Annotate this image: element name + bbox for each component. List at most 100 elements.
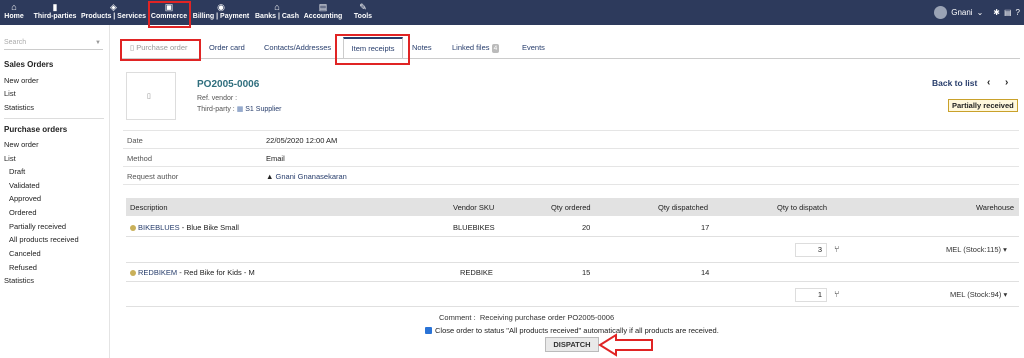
user-icon: ▲ — [266, 172, 274, 181]
column-warehouse: Warehouse — [976, 203, 1015, 212]
tab-notes[interactable]: Notes — [412, 38, 432, 58]
search-input[interactable]: Search ▼ — [4, 36, 103, 50]
dispatch-button[interactable]: DISPATCH — [545, 337, 599, 352]
next-record-icon[interactable]: › — [1005, 77, 1008, 88]
sidebar-item-ordered[interactable]: Ordered — [9, 208, 37, 217]
sidebar-item-approved[interactable]: Approved — [9, 194, 41, 203]
product-ref-link[interactable]: BIKEBLUES — [138, 223, 180, 232]
menu-billing-payment[interactable]: ◉ Billing | Payment — [193, 0, 249, 25]
request-author-link[interactable]: Gnani Gnanasekaran — [276, 172, 347, 181]
highlight-commerce — [148, 1, 191, 28]
tab-underline — [120, 58, 1020, 59]
menu-home[interactable]: ⌂ Home — [3, 0, 25, 25]
sidebar-item-canceled[interactable]: Canceled — [9, 249, 41, 258]
user-name[interactable]: Gnani — [951, 8, 972, 17]
menu-banks-cash[interactable]: ⌂ Banks | Cash — [255, 0, 299, 25]
table-row: REDBIKEM - Red Bike for Kids - M — [130, 268, 255, 277]
menu-tools[interactable]: ✎ Tools — [351, 0, 375, 25]
tab-linked-files[interactable]: Linked files 4 — [452, 38, 500, 58]
field-divider — [123, 184, 1019, 185]
highlight-item-receipts-tab — [335, 34, 410, 65]
sidebar-item-validated[interactable]: Validated — [9, 181, 40, 190]
sidebar-item-purchase-list[interactable]: List — [4, 154, 16, 163]
menu-accounting-label: Accounting — [303, 13, 343, 20]
third-party-line: Third-party : ▦ S1 Supplier — [197, 105, 281, 113]
menu-accounting[interactable]: ▤ Accounting — [303, 0, 343, 25]
bug-icon[interactable]: ✱ — [993, 8, 1000, 17]
vendor-sku-value: REDBIKE — [460, 268, 493, 277]
highlight-purchase-order-tab — [120, 39, 201, 61]
close-order-label: Close order to status "All products rece… — [435, 326, 719, 335]
warehouse-select-value: MEL (Stock:115) — [946, 245, 1002, 254]
document-icon: ▯ — [147, 93, 151, 100]
qty-to-dispatch-input[interactable]: 1 — [795, 288, 827, 302]
print-icon[interactable]: ▤ — [1004, 8, 1012, 17]
field-request-author-value: ▲ Gnani Gnanasekaran — [266, 172, 347, 181]
left-sidebar: Search ▼ Sales Orders New order List Sta… — [0, 25, 110, 358]
menu-third-parties-label: Third-parties — [33, 13, 77, 20]
sidebar-item-sales-list[interactable]: List — [4, 89, 16, 98]
sidebar-heading-sales-orders[interactable]: Sales Orders — [4, 60, 53, 69]
warehouse-select[interactable]: MEL (Stock:115) ▾ — [946, 243, 1007, 257]
tab-contacts-addresses[interactable]: Contacts/Addresses — [264, 38, 331, 58]
sidebar-divider — [4, 118, 104, 119]
menu-products-label: Products | Services — [81, 13, 146, 20]
ref-vendor-label: Ref. vendor : — [197, 95, 238, 102]
qty-to-dispatch-input[interactable]: 3 — [795, 243, 827, 257]
row-divider — [126, 262, 1019, 263]
chevron-down-icon[interactable]: ⌄ — [977, 8, 984, 17]
user-area: Gnani ⌄ ✱ ▤ ? — [934, 0, 1024, 25]
column-qty-ordered: Qty ordered — [551, 203, 591, 212]
home-icon: ⌂ — [11, 2, 17, 12]
chevron-down-icon: ▾ — [1003, 290, 1008, 299]
column-vendor-sku: Vendor SKU — [453, 203, 495, 212]
field-method-value: Email — [266, 154, 285, 163]
linked-files-count-badge: 4 — [491, 44, 500, 53]
sidebar-item-sales-new-order[interactable]: New order — [4, 76, 39, 85]
previous-record-icon[interactable]: ‹ — [987, 77, 990, 88]
product-icon — [130, 225, 136, 232]
product-ref-link[interactable]: REDBIKEM — [138, 268, 177, 277]
wrench-icon: ✎ — [359, 2, 367, 12]
sidebar-item-purchase-new-order[interactable]: New order — [4, 140, 39, 149]
chevron-down-icon[interactable]: ▼ — [95, 36, 101, 50]
sidebar-heading-purchase-orders[interactable]: Purchase orders — [4, 125, 67, 134]
back-to-list-link[interactable]: Back to list — [932, 78, 977, 88]
menu-products-services[interactable]: ◈ Products | Services — [81, 0, 146, 25]
split-line-icon[interactable]: ⑂ — [834, 289, 839, 299]
qty-dispatched-value: 14 — [701, 268, 710, 277]
sidebar-item-all-products-received[interactable]: All products received — [9, 235, 79, 244]
vendor-sku-value: BLUEBIKES — [453, 223, 495, 232]
warehouse-select[interactable]: MEL (Stock:94) ▾ — [950, 288, 1007, 302]
order-thumbnail: ▯ — [126, 72, 176, 120]
tab-order-card[interactable]: Order card — [209, 38, 245, 58]
qty-dispatched-value: 17 — [701, 223, 710, 232]
avatar[interactable] — [934, 6, 948, 19]
qty-ordered-value: 20 — [582, 223, 591, 232]
red-arrow-annotation — [598, 333, 653, 357]
menu-third-parties[interactable]: ▮ Third-parties — [33, 0, 77, 25]
third-party-link[interactable]: S1 Supplier — [245, 106, 281, 113]
sidebar-item-refused[interactable]: Refused — [9, 263, 37, 272]
column-qty-dispatched: Qty dispatched — [658, 203, 709, 212]
sidebar-item-partially-received[interactable]: Partially received — [9, 222, 66, 231]
tab-events[interactable]: Events — [522, 38, 545, 58]
field-date-value: 22/05/2020 12:00 AM — [266, 136, 338, 145]
sidebar-item-sales-statistics[interactable]: Statistics — [4, 103, 34, 112]
help-icon[interactable]: ? — [1016, 8, 1020, 17]
comment-value[interactable]: Receiving purchase order PO2005-0006 — [480, 313, 614, 322]
menu-home-label: Home — [4, 13, 24, 20]
field-divider — [123, 130, 1019, 131]
row-divider — [126, 306, 1019, 307]
sidebar-item-purchase-statistics[interactable]: Statistics — [4, 276, 34, 285]
split-line-icon[interactable]: ⑂ — [834, 244, 839, 254]
field-method-label: Method — [127, 154, 153, 163]
sidebar-item-draft[interactable]: Draft — [9, 167, 25, 176]
receipts-table-header: Description Vendor SKU Qty ordered Qty d… — [126, 198, 1019, 216]
order-ref: PO2005-0006 — [197, 79, 260, 90]
warehouse-select-value: MEL (Stock:94) — [950, 290, 1002, 299]
cube-icon: ◈ — [110, 2, 117, 12]
column-qty-to-dispatch: Qty to dispatch — [777, 203, 828, 212]
close-order-checkbox[interactable] — [425, 327, 432, 334]
table-row: BIKEBLUES - Blue Bike Small — [130, 223, 239, 232]
